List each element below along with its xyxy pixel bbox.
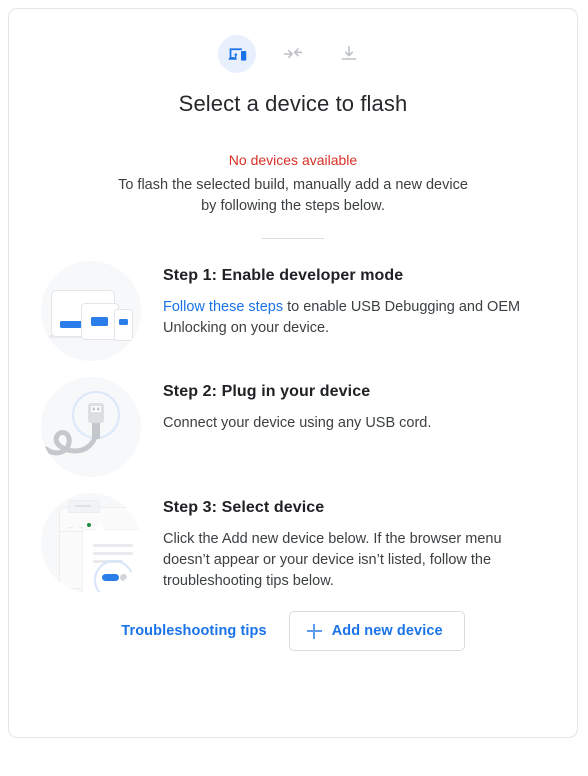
step-text-2: Connect your device using any USB cord.: [163, 415, 432, 431]
download-icon: [330, 35, 368, 73]
step-text-1: Follow these steps to enable USB Debuggi…: [163, 297, 535, 339]
phone-shape: [114, 309, 133, 341]
phone-accent-bar: [118, 319, 128, 325]
panel-line: [93, 552, 133, 555]
connect-arrows-icon: [274, 35, 312, 73]
step-body-3: Step 3: Select device Click the Add new …: [141, 491, 535, 592]
step-body-1: Step 1: Enable developer mode Follow the…: [141, 259, 535, 339]
step-title-3: Step 3: Select device: [163, 499, 325, 516]
add-new-device-button[interactable]: Add new device: [288, 611, 465, 651]
step-indicator-icons: [9, 9, 577, 73]
browser-window-shape: ← →: [59, 500, 141, 593]
section-divider: [262, 238, 324, 239]
intro-description: To flash the selected build, manually ad…: [118, 177, 468, 214]
usb-cable-illustration: [41, 377, 141, 477]
step-item-2: Step 2: Plug in your device Connect your…: [41, 375, 535, 477]
devices-illustration: [41, 261, 141, 361]
tablet-accent-bar: [91, 317, 108, 326]
selected-device-pill: [102, 574, 119, 581]
browser-tab: [68, 500, 100, 513]
flash-device-card: Select a device to flash No devices avai…: [8, 8, 578, 738]
follow-these-steps-link[interactable]: Follow these steps: [163, 299, 283, 315]
step-body-2: Step 2: Plug in your device Connect your…: [141, 375, 535, 434]
browser-back-arrow-icon: ←: [67, 524, 74, 531]
browser-select-illustration: ← →: [41, 493, 141, 593]
intro-block: No devices available To flash the select…: [9, 150, 577, 217]
steps-list: Step 1: Enable developer mode Follow the…: [9, 259, 577, 593]
browser-status-dot: [87, 523, 91, 527]
step-text-3: Click the Add new device below. If the b…: [163, 531, 502, 589]
panel-notch: [95, 525, 105, 530]
devices-icon: [218, 35, 256, 73]
no-devices-status: No devices available: [228, 152, 358, 168]
step-title-2: Step 2: Plug in your device: [163, 383, 371, 400]
step-title-1: Step 1: Enable developer mode: [163, 267, 404, 284]
troubleshooting-tips-link[interactable]: Troubleshooting tips: [121, 623, 266, 639]
card-footer: Troubleshooting tips Add new device: [9, 611, 577, 651]
device-pill-dot: [120, 574, 127, 581]
usb-cord: [43, 430, 99, 456]
browser-tab-line: [75, 505, 91, 507]
panel-line: [93, 544, 133, 547]
add-new-device-label: Add new device: [331, 623, 443, 639]
plus-icon: [306, 623, 322, 639]
step-item-1: Step 1: Enable developer mode Follow the…: [41, 259, 535, 361]
step-item-3: ← → Step 3: Select device Click the Add …: [41, 491, 535, 593]
page-title: Select a device to flash: [178, 91, 408, 116]
